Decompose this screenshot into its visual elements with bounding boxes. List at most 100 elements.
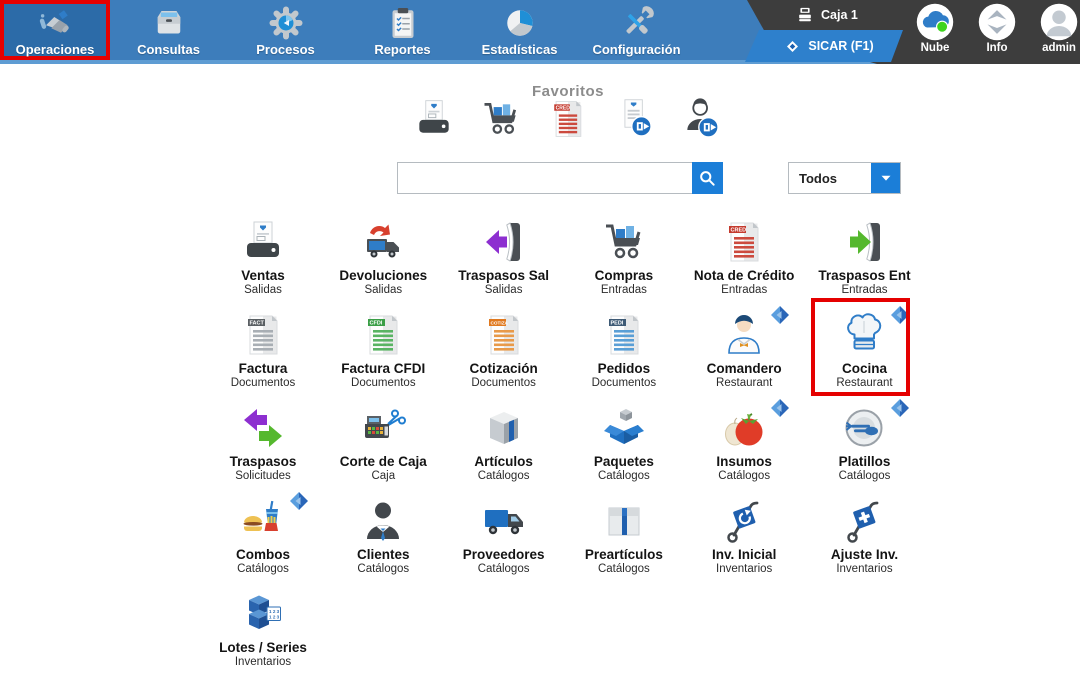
tile-subtitle: Catálogos bbox=[203, 563, 323, 575]
favorite-item-5[interactable] bbox=[680, 97, 724, 141]
diamond-badge-icon bbox=[289, 491, 309, 511]
diamond-icon bbox=[784, 38, 801, 55]
cash-register-icon bbox=[795, 5, 815, 25]
tile-subtitle: Inventarios bbox=[203, 656, 323, 668]
sicar-banner-label: SICAR (F1) bbox=[808, 39, 873, 53]
handtruck-refresh-icon bbox=[720, 497, 768, 545]
tile-subtitle: Documentos bbox=[323, 377, 443, 389]
tile-icon-area: CRED bbox=[684, 214, 804, 266]
tab-estadisticas[interactable]: Estadísticas bbox=[461, 0, 578, 60]
tile-subtitle: Inventarios bbox=[804, 563, 924, 575]
diamond-badge-icon bbox=[770, 305, 790, 325]
tile-compras[interactable]: ComprasEntradas bbox=[564, 214, 684, 307]
arrows-swap-icon bbox=[239, 404, 287, 452]
favorite-item-4[interactable] bbox=[613, 97, 657, 141]
tile-subtitle: Catálogos bbox=[684, 470, 804, 482]
tile-lotes-series[interactable]: 1 2 31 2 3Lotes / SeriesInventarios bbox=[203, 586, 323, 679]
tile-subtitle: Catálogos bbox=[564, 563, 684, 575]
tile-proveedores[interactable]: ProveedoresCatálogos bbox=[444, 493, 564, 586]
tile-title: Traspasos Sal bbox=[444, 269, 564, 283]
tile-icon-area: FACT bbox=[203, 307, 323, 359]
tile-traspasos-ent[interactable]: Traspasos EntEntradas bbox=[804, 214, 924, 307]
chef-hat-icon bbox=[840, 311, 888, 359]
tile-traspasos-sal[interactable]: Traspasos SalSalidas bbox=[444, 214, 564, 307]
tile-ajuste-inv[interactable]: Ajuste Inv.Inventarios bbox=[804, 493, 924, 586]
tile-platillos[interactable]: PlatillosCatálogos bbox=[804, 400, 924, 493]
ticket-printer-icon bbox=[239, 218, 287, 266]
tile-devoluciones[interactable]: DevolucionesSalidas bbox=[323, 214, 443, 307]
doc-cfdi-icon: CFDI bbox=[359, 311, 407, 359]
svg-text:CRED: CRED bbox=[731, 227, 747, 233]
tile-title: Traspasos Ent bbox=[804, 269, 924, 283]
svg-text:FACT: FACT bbox=[250, 320, 265, 326]
favorite-item-2[interactable] bbox=[479, 97, 523, 141]
door-out-icon bbox=[480, 218, 528, 266]
filter-dropdown[interactable]: Todos bbox=[788, 162, 901, 194]
tile-icon-area: COTIZA bbox=[444, 307, 564, 359]
clipboard-icon bbox=[385, 5, 421, 41]
tile-subtitle: Catálogos bbox=[444, 470, 564, 482]
tile-title: Artículos bbox=[444, 455, 564, 469]
tile-cotizacion[interactable]: COTIZACotizaciónDocumentos bbox=[444, 307, 564, 400]
quick-button-info[interactable]: Info bbox=[977, 3, 1017, 54]
tile-subtitle: Inventarios bbox=[684, 563, 804, 575]
tile-prearticulos[interactable]: PreartículosCatálogos bbox=[564, 493, 684, 586]
tile-title: Factura CFDI bbox=[323, 362, 443, 376]
tile-title: Lotes / Series bbox=[203, 641, 323, 655]
tile-paquetes[interactable]: PaquetesCatálogos bbox=[564, 400, 684, 493]
ticket-printer-icon bbox=[412, 97, 456, 141]
plate-icon bbox=[840, 404, 888, 452]
navbar-bottom-strip bbox=[0, 60, 877, 64]
tile-cocina[interactable]: CocinaRestaurant bbox=[804, 307, 924, 400]
tile-title: Factura bbox=[203, 362, 323, 376]
tile-comandero[interactable]: ComanderoRestaurant bbox=[684, 307, 804, 400]
open-box-icon bbox=[600, 404, 648, 452]
favorite-item-3[interactable]: CRED bbox=[546, 97, 590, 141]
doc-exit-badge-icon bbox=[613, 97, 657, 141]
tile-articulos[interactable]: ArtículosCatálogos bbox=[444, 400, 564, 493]
tab-reportes[interactable]: Reportes bbox=[344, 0, 461, 60]
search-input[interactable] bbox=[397, 162, 693, 194]
door-in-icon bbox=[840, 218, 888, 266]
favorites-row: CRED bbox=[0, 97, 1080, 141]
tile-corte-de-caja[interactable]: Corte de CajaCaja bbox=[323, 400, 443, 493]
tile-nota-de-credito[interactable]: CREDNota de CréditoEntradas bbox=[684, 214, 804, 307]
tile-ventas[interactable]: VentasSalidas bbox=[203, 214, 323, 307]
tile-traspasos[interactable]: TraspasosSolicitudes bbox=[203, 400, 323, 493]
search-button[interactable] bbox=[692, 162, 723, 194]
quick-button-nube[interactable]: Nube bbox=[915, 3, 955, 54]
tile-inv-inicial[interactable]: Inv. InicialInventarios bbox=[684, 493, 804, 586]
tile-pedidos[interactable]: PEDIPedidosDocumentos bbox=[564, 307, 684, 400]
tile-icon-area bbox=[804, 493, 924, 545]
tile-insumos[interactable]: InsumosCatálogos bbox=[684, 400, 804, 493]
cart-icon bbox=[479, 97, 523, 141]
quick-button-label: Nube bbox=[921, 42, 950, 54]
doc-pedi-icon: PEDI bbox=[600, 311, 648, 359]
tile-subtitle: Documentos bbox=[444, 377, 564, 389]
info-diamond-icon bbox=[978, 3, 1016, 41]
tile-icon-area bbox=[203, 214, 323, 266]
tile-combos[interactable]: CombosCatálogos bbox=[203, 493, 323, 586]
sicar-banner[interactable]: SICAR (F1) bbox=[745, 30, 913, 62]
cart-icon bbox=[600, 218, 648, 266]
tile-title: Preartículos bbox=[564, 548, 684, 562]
tile-title: Devoluciones bbox=[323, 269, 443, 283]
person-exit-badge-icon bbox=[680, 97, 724, 141]
tile-title: Paquetes bbox=[564, 455, 684, 469]
tile-title: Corte de Caja bbox=[323, 455, 443, 469]
tile-subtitle: Salidas bbox=[323, 284, 443, 296]
tab-procesos[interactable]: Procesos bbox=[227, 0, 344, 60]
filter-dropdown-button[interactable] bbox=[871, 163, 900, 193]
tile-factura-cfdi[interactable]: CFDI Factura CFDIDocumentos bbox=[323, 307, 443, 400]
tile-factura[interactable]: FACT FacturaDocumentos bbox=[203, 307, 323, 400]
doc-cred-icon: CRED bbox=[546, 97, 590, 141]
favorite-item-1[interactable] bbox=[412, 97, 456, 141]
quick-button-admin[interactable]: admin bbox=[1039, 3, 1079, 54]
tab-configuracion[interactable]: Configuración bbox=[578, 0, 695, 60]
tab-consultas[interactable]: Consultas bbox=[110, 0, 227, 60]
tab-operaciones[interactable]: Operaciones bbox=[0, 0, 110, 60]
tile-title: Compras bbox=[564, 269, 684, 283]
tile-clientes[interactable]: ClientesCatálogos bbox=[323, 493, 443, 586]
tile-subtitle: Documentos bbox=[564, 377, 684, 389]
tile-subtitle: Documentos bbox=[203, 377, 323, 389]
